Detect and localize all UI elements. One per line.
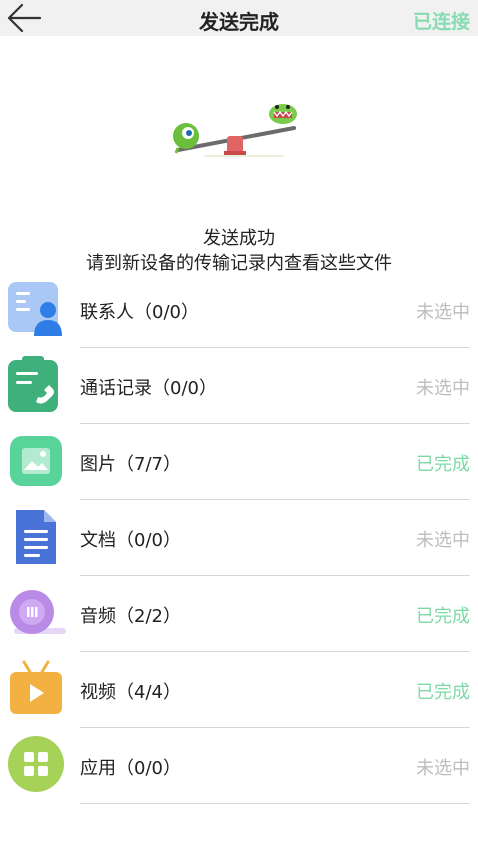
page-title: 发送完成 <box>199 10 279 34</box>
success-title: 发送成功 <box>203 228 275 249</box>
status-text: 已完成 <box>416 682 470 703</box>
status-text: 未选中 <box>416 378 470 399</box>
list-item-label: 应用（0/0） <box>80 758 181 779</box>
status-text: 未选中 <box>416 302 470 323</box>
document-icon <box>6 506 66 566</box>
video-icon <box>6 658 66 718</box>
list-item-documents[interactable]: 文档（0/0） 未选中 <box>0 500 478 576</box>
picture-icon <box>6 430 66 490</box>
list-item-audio[interactable]: 音频（2/2） 已完成 <box>0 576 478 652</box>
divider <box>80 803 470 804</box>
seesaw-illustration <box>164 98 304 164</box>
top-bar: 发送完成 已连接 <box>0 0 478 36</box>
connection-status: 已连接 <box>412 11 470 33</box>
list-item-pictures[interactable]: 图片（7/7） 已完成 <box>0 424 478 500</box>
list-item-video[interactable]: 视频（4/4） 已完成 <box>0 652 478 728</box>
status-text: 未选中 <box>416 530 470 551</box>
status-text: 已完成 <box>416 606 470 627</box>
audio-icon <box>6 582 66 642</box>
list-item-apps[interactable]: 应用（0/0） 未选中 <box>0 728 478 804</box>
list-item-label: 图片（7/7） <box>80 454 181 475</box>
list-item-label: 视频（4/4） <box>80 682 181 703</box>
list-item-call-log[interactable]: 通话记录（0/0） 未选中 <box>0 348 478 424</box>
status-text: 已完成 <box>416 454 470 475</box>
contacts-icon <box>6 278 66 338</box>
list-item-contacts[interactable]: 联系人（0/0） 未选中 <box>0 272 478 348</box>
call-log-icon <box>6 354 66 414</box>
list-item-label: 联系人（0/0） <box>80 302 199 323</box>
app-icon <box>6 734 66 794</box>
status-text: 未选中 <box>416 758 470 779</box>
list-item-label: 文档（0/0） <box>80 530 181 551</box>
list-item-label: 音频（2/2） <box>80 606 181 627</box>
list-item-label: 通话记录（0/0） <box>80 378 217 399</box>
